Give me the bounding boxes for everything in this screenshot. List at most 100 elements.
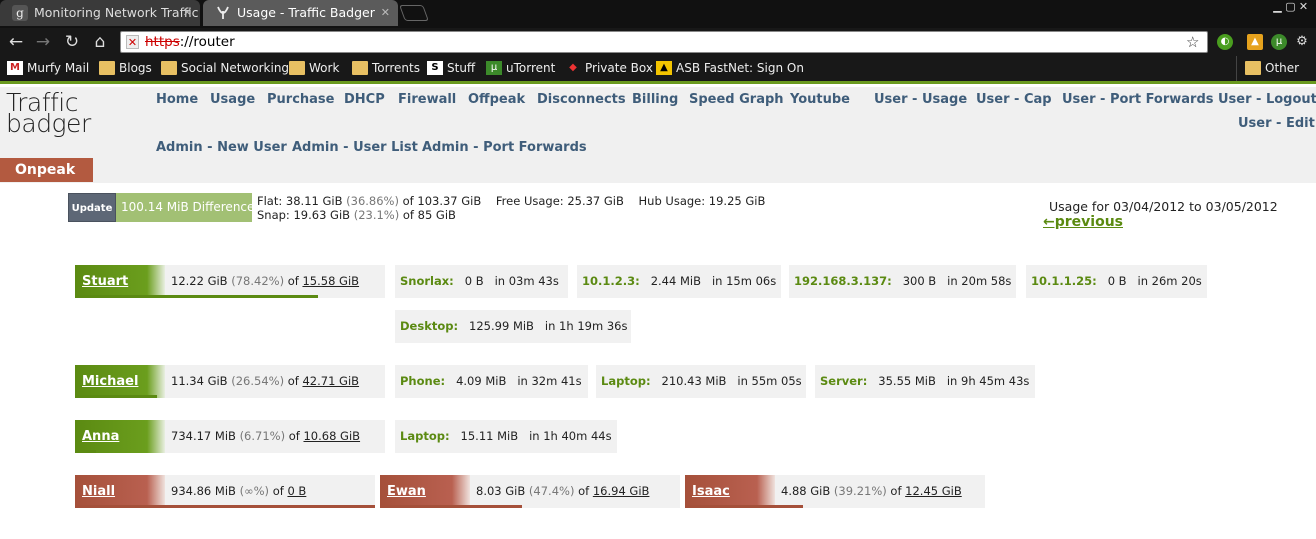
minimize-icon[interactable]: ▁ (1271, 0, 1284, 13)
user-usage: 4.88 GiB (39.21%) of 12.45 GiB (781, 484, 962, 498)
device-laptop: Laptop: 15.11 MiB in 1h 40m 44s (395, 420, 617, 453)
new-tab-button[interactable] (399, 5, 429, 21)
insecure-https-icon: ✕ (126, 35, 139, 49)
nav-user-edit[interactable]: User - Edit (1238, 116, 1315, 132)
nav-user-usage[interactable]: User - Usage (874, 92, 967, 108)
bookmark-label: Private Box (585, 61, 653, 75)
nav-admin-user-list[interactable]: Admin - User List (292, 140, 418, 156)
device-server: Server: 35.55 MiB in 9h 45m 43s (815, 365, 1035, 398)
user-link[interactable]: Isaac (685, 475, 775, 508)
update-button[interactable]: Update (68, 193, 116, 222)
folder-icon (1245, 61, 1261, 75)
cap-link[interactable]: 0 B (287, 484, 306, 498)
s-icon: S (427, 61, 443, 75)
bookmark-label: Social Networking (181, 61, 290, 75)
nav-purchase[interactable]: Purchase (267, 92, 334, 108)
bookmark-utorrent[interactable]: µ uTorrent (486, 56, 555, 81)
nav-user-cap[interactable]: User - Cap (976, 92, 1052, 108)
user-link[interactable]: Niall (75, 475, 165, 508)
extension-green-icon[interactable]: ◐ (1217, 34, 1233, 50)
user-row-isaac: Isaac 4.88 GiB (39.21%) of 12.45 GiB (685, 475, 985, 508)
bookmarks-bar: M Murfy Mail Blogs Social Networking Work… (0, 56, 1316, 100)
nav-billing[interactable]: Billing (632, 92, 678, 108)
bookmark-asb-fastnet[interactable]: ▲ ASB FastNet: Sign On (656, 56, 804, 81)
user-link[interactable]: Stuart (75, 265, 165, 298)
bookmark-label: Blogs (119, 61, 152, 75)
usage-bar (75, 295, 318, 298)
wrench-icon[interactable]: ⚙ (1294, 34, 1310, 50)
cap-link[interactable]: 12.45 GiB (905, 484, 962, 498)
period-badge: Onpeak (0, 158, 93, 182)
nav-user-logout[interactable]: User - Logout (1218, 92, 1316, 108)
close-window-icon[interactable]: ✕ (1297, 0, 1310, 13)
cap-link[interactable]: 16.94 GiB (593, 484, 650, 498)
user-row-stuart: Stuart 12.22 GiB (78.42%) of 15.58 GiB (75, 265, 385, 298)
flat-summary: Flat: 38.11 GiB (36.86%) of 103.37 GiB F… (257, 194, 766, 208)
device-10-1-2-3: 10.1.2.3: 2.44 MiB in 15m 06s (577, 265, 781, 298)
folder-icon (161, 61, 177, 75)
bookmark-work[interactable]: Work (289, 56, 339, 81)
device-phone: Phone: 4.09 MiB in 32m 41s (395, 365, 588, 398)
forward-icon[interactable]: → (33, 32, 53, 52)
home-icon[interactable]: ⌂ (90, 32, 110, 52)
utorrent-icon: µ (486, 61, 502, 75)
url-scheme: https (145, 34, 180, 50)
previous-period-link[interactable]: ←previous (1043, 214, 1123, 230)
device-snorlax: Snorlax: 0 B in 03m 43s (395, 265, 568, 298)
user-link[interactable]: Anna (75, 420, 165, 453)
bookmark-label: Stuff (447, 61, 476, 75)
cap-link[interactable]: 15.58 GiB (302, 274, 359, 288)
bookmark-blogs[interactable]: Blogs (99, 56, 152, 81)
usage-bar (75, 450, 96, 453)
bookmark-label: uTorrent (506, 61, 556, 75)
user-link[interactable]: Ewan (380, 475, 470, 508)
tab-title: Usage - Traffic Badger (237, 5, 375, 20)
tab-usage[interactable]: Usage - Traffic Badger ✕ (203, 0, 398, 26)
bookmark-torrents[interactable]: Torrents (352, 56, 420, 81)
nav-speed-graph[interactable]: Speed Graph (689, 92, 784, 108)
device-10-1-1-25: 10.1.1.25: 0 B in 26m 20s (1026, 265, 1207, 298)
reload-icon[interactable]: ↻ (62, 32, 82, 52)
cap-link[interactable]: 42.71 GiB (302, 374, 359, 388)
bookmark-label: ASB FastNet: Sign On (676, 61, 804, 75)
user-usage: 8.03 GiB (47.4%) of 16.94 GiB (476, 484, 650, 498)
device-192-168-3-137: 192.168.3.137: 300 B in 20m 58s (789, 265, 1016, 298)
bookmark-murfy-mail[interactable]: M Murfy Mail (7, 56, 89, 81)
nav-firewall[interactable]: Firewall (398, 92, 456, 108)
maximize-icon[interactable]: ▢ (1284, 0, 1297, 13)
nav-user-port-forwards[interactable]: User - Port Forwards (1062, 92, 1214, 108)
user-row-anna: Anna 734.17 MiB (6.71%) of 10.68 GiB (75, 420, 385, 453)
bookmark-label: Work (309, 61, 340, 75)
close-tab-icon[interactable]: ✕ (381, 0, 390, 26)
url-rest: router (193, 34, 235, 50)
nav-admin-port-forwards[interactable]: Admin - Port Forwards (422, 140, 587, 156)
nav-usage[interactable]: Usage (210, 92, 255, 108)
nav-offpeak[interactable]: Offpeak (468, 92, 525, 108)
usage-bar (685, 505, 803, 508)
close-tab-icon[interactable]: ✕ (183, 0, 192, 26)
bookmark-social-networking[interactable]: Social Networking (161, 56, 289, 81)
traffic-badger-logo[interactable]: Traffic badger (6, 90, 91, 138)
cap-link[interactable]: 10.68 GiB (303, 429, 360, 443)
back-icon[interactable]: ← (6, 32, 26, 52)
nav-dhcp[interactable]: DHCP (344, 92, 385, 108)
user-link[interactable]: Michael (75, 365, 165, 398)
tab-monitoring[interactable]: g Monitoring Network Traffic ✕ (0, 0, 200, 26)
google-favicon-icon: g (12, 5, 28, 21)
address-bar[interactable]: ✕ https://router (120, 31, 1208, 53)
nav-home[interactable]: Home (156, 92, 198, 108)
extension-picture-icon[interactable]: ▲ (1247, 34, 1263, 50)
nav-youtube[interactable]: Youtube (790, 92, 850, 108)
utorrent-extension-icon[interactable]: µ (1271, 34, 1287, 50)
nav-admin-new-user[interactable]: Admin - New User (156, 140, 287, 156)
bookmark-star-icon[interactable]: ☆ (1186, 33, 1199, 51)
logo-line2: badger (6, 109, 91, 138)
tab-bar: g Monitoring Network Traffic ✕ Usage - T… (0, 0, 1316, 28)
user-row-michael: Michael 11.34 GiB (26.54%) of 42.71 GiB (75, 365, 385, 398)
folder-icon (289, 61, 305, 75)
nav-disconnects[interactable]: Disconnects (537, 92, 626, 108)
bookmark-stuff[interactable]: S Stuff (427, 56, 475, 81)
other-bookmarks[interactable]: Other boo (1236, 56, 1316, 100)
usage-bar (75, 505, 375, 508)
bookmark-private-box[interactable]: ◆ Private Box (565, 56, 653, 81)
